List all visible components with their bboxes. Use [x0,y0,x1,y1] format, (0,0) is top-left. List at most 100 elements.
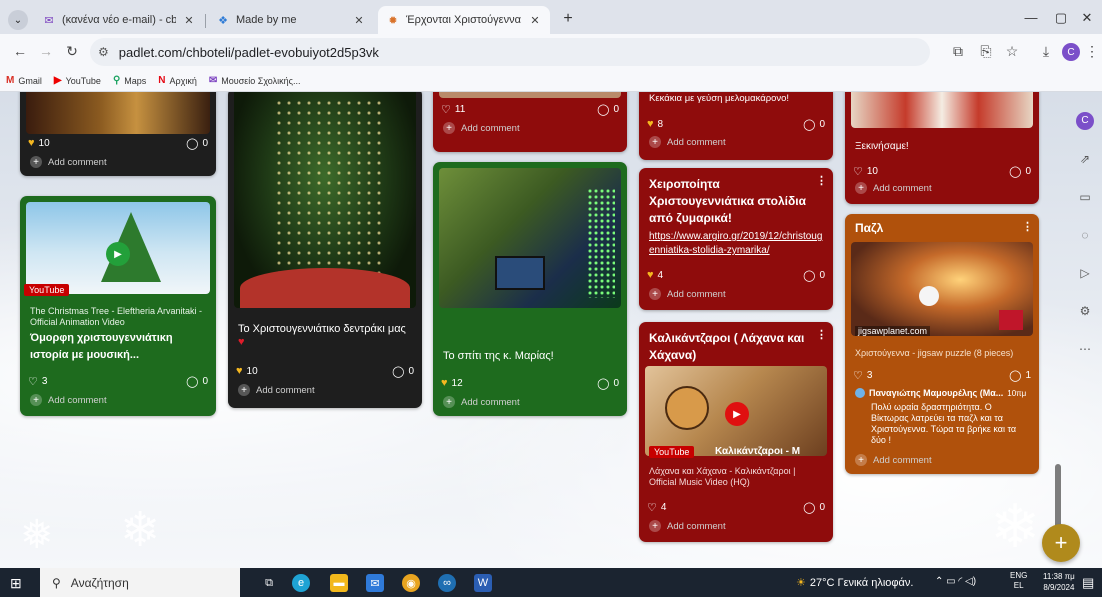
post-card[interactable]: Ξεκινήσαμε! ♡ 10 ◯ 0 + Add comment [845,92,1039,204]
remake-icon[interactable]: ▭ [1076,188,1094,206]
more-icon[interactable]: ⋯ [1076,340,1094,358]
word-icon[interactable]: W [474,574,492,592]
bookmark-youtube[interactable]: ▶ YouTube [54,75,101,86]
play-icon[interactable]: ▶ [725,402,749,426]
heart-outline-icon[interactable]: ♡ [647,501,657,514]
heart-icon[interactable]: ♥ [647,269,654,281]
system-tray-icons[interactable]: ⌃ ▭ ◜ ◁) [935,576,976,587]
post-card-puzzle[interactable]: ⋮ Παζλ jigsawplanet.com Χριστούγεννα - j… [845,214,1039,474]
close-tab-icon[interactable]: ✕ [352,14,366,27]
tab-search-button[interactable]: ⌄ [8,10,28,30]
tab-active-christmas[interactable]: ✹ Έρχονται Χριστούγεννα! ✕ [378,6,550,34]
add-comment-button[interactable]: + Add comment [855,182,932,194]
app-icon[interactable]: ∞ [438,574,456,592]
bookmark-home[interactable]: N Αρχική [158,75,197,86]
comment-icon[interactable]: ◯ [392,365,404,378]
profile-avatar[interactable]: C [1062,43,1080,61]
comment-icon[interactable]: ◯ [1009,369,1021,382]
notification-bell-icon[interactable]: ◌ [1076,226,1094,244]
heart-icon[interactable]: ♥ [647,118,654,130]
add-comment-button[interactable]: + Add comment [855,454,932,466]
comment-icon[interactable]: ◯ [803,118,815,131]
weather-widget[interactable]: ☀ 27°C Γενικά ηλιοφάν. [796,576,913,590]
slideshow-icon[interactable]: ▷ [1076,264,1094,282]
bookmark-gmail[interactable]: M Gmail [6,75,42,86]
close-tab-icon[interactable]: ✕ [182,14,196,27]
language-indicator[interactable]: ENG EL [1010,571,1027,591]
download-icon[interactable]: ⤓ [1036,43,1056,60]
heart-outline-icon[interactable]: ♡ [853,165,863,178]
comment-icon[interactable]: ◯ [1009,165,1021,178]
add-comment-button[interactable]: + Add comment [30,394,107,406]
comment-icon[interactable]: ◯ [597,103,609,116]
site-info-icon[interactable]: ⚙ [98,45,109,59]
bookmark-museum[interactable]: ✉ Μουσείο Σχολικής... [209,75,301,86]
video-thumbnail[interactable]: ▶ [26,202,210,294]
comment-icon[interactable]: ◯ [803,501,815,514]
add-comment-button[interactable]: + Add comment [649,136,726,148]
post-title: Χειροποίητα Χριστουγεννιάτικα στολίδια α… [649,177,806,225]
add-comment-button[interactable]: + Add comment [443,396,520,408]
comment-icon[interactable]: ◯ [597,377,609,390]
edge-icon[interactable]: e [292,574,310,592]
heart-icon[interactable]: ♥ [236,365,243,377]
post-card[interactable]: Κεκάκια με γεύση μελομακάρονο! ♥ 8 ◯ 0 + Ad… [639,92,833,160]
youtube-icon: ▶ [53,75,62,86]
add-comment-button[interactable]: + Add comment [649,520,726,532]
post-image [234,92,416,308]
heart-icon[interactable]: ♥ [28,137,35,149]
heart-outline-icon[interactable]: ♡ [28,375,38,388]
comment-icon[interactable]: ◯ [186,137,198,150]
settings-gear-icon[interactable]: ⚙ [1076,302,1094,320]
add-comment-button[interactable]: + Add comment [649,288,726,300]
forward-icon[interactable]: → [36,43,56,59]
clock[interactable]: 11:38 πμ 8/9/2024 [1043,571,1075,593]
post-card[interactable]: ♡ 11 ◯ 0 + Add comment [433,92,627,152]
heart-outline-icon[interactable]: ♡ [441,103,451,116]
padlet-icon: ❖ [218,14,228,27]
add-comment-button[interactable]: + Add comment [238,384,315,396]
user-avatar[interactable]: C [1076,112,1094,130]
add-comment-button[interactable]: + Add comment [30,156,107,168]
close-window-icon[interactable]: ✕ [1072,10,1102,26]
address-bar[interactable]: ⚙ padlet.com/chboteli/padlet-evobuiyot2d… [90,38,930,66]
notification-center-icon[interactable]: ▤ [1082,575,1094,591]
bookmark-maps[interactable]: ⚲ Maps [113,75,146,86]
post-image [439,168,621,308]
post-link[interactable]: https://www.argiro.gr/2019/12/christouge… [649,230,823,258]
comment-icon[interactable]: ◯ [803,269,815,282]
tab-gmail[interactable]: ✉ (κανένα νέο e-mail) - cbnip@y... ✕ [34,6,204,34]
heart-outline-icon[interactable]: ♡ [853,369,863,382]
play-icon[interactable]: ▶ [106,242,130,266]
post-image[interactable] [851,242,1033,336]
share-icon[interactable]: ⇗ [1076,150,1094,168]
post-card-video[interactable]: ⋮ ▶ YouTube The Christmas Tree - Elefthe… [20,196,216,416]
post-title: Ξεκινήσαμε! [855,141,909,152]
post-card-video[interactable]: ⋮ Καλικάντζαροι ( Λάχανα και Χάχανα) ▶ Y… [639,322,833,542]
taskbar-search[interactable]: ⚲ Αναζήτηση [40,568,240,597]
comment-icon[interactable]: ◯ [186,375,198,388]
add-post-button[interactable]: + [1042,524,1080,562]
mail-app-icon[interactable]: ✉ [366,574,384,592]
tab-made-by-me[interactable]: ❖ Made by me ✕ [208,6,374,34]
browser-menu-icon[interactable]: ⋮ [1082,43,1102,60]
screenshot-icon[interactable]: ⧉ [948,43,968,60]
cast-icon[interactable]: ⎘ [976,43,996,60]
windows-start-icon[interactable]: ⊞ [10,575,22,592]
video-thumbnail[interactable]: ▶ [645,366,827,456]
new-tab-button[interactable]: + [558,10,578,28]
close-tab-icon[interactable]: ✕ [528,14,542,27]
bookmark-star-icon[interactable]: ☆ [1002,43,1022,60]
minimize-icon[interactable]: — [1016,10,1046,25]
chrome-icon[interactable]: ◉ [402,574,420,592]
add-comment-button[interactable]: + Add comment [443,122,520,134]
post-card-tree[interactable]: Το Χριστουγεννιάτικο δεντράκι μας ♥ ♥ 10 … [228,92,422,408]
post-card-house[interactable]: ⋮ Το σπίτι της κ. Μαρίας! ♥12 ◯0 +Add co… [433,162,627,416]
task-view-icon[interactable]: ⧉ [260,574,278,592]
post-card[interactable]: ♥ 10 ◯ 0 + Add comment [20,92,216,176]
back-icon[interactable]: ← [10,43,30,59]
post-card-link[interactable]: ⋮ Χειροποίητα Χριστουγεννιάτικα στολίδια… [639,168,833,310]
reload-icon[interactable]: ↻ [62,43,82,60]
file-explorer-icon[interactable]: ▬ [330,574,348,592]
heart-icon[interactable]: ♥ [441,377,448,389]
